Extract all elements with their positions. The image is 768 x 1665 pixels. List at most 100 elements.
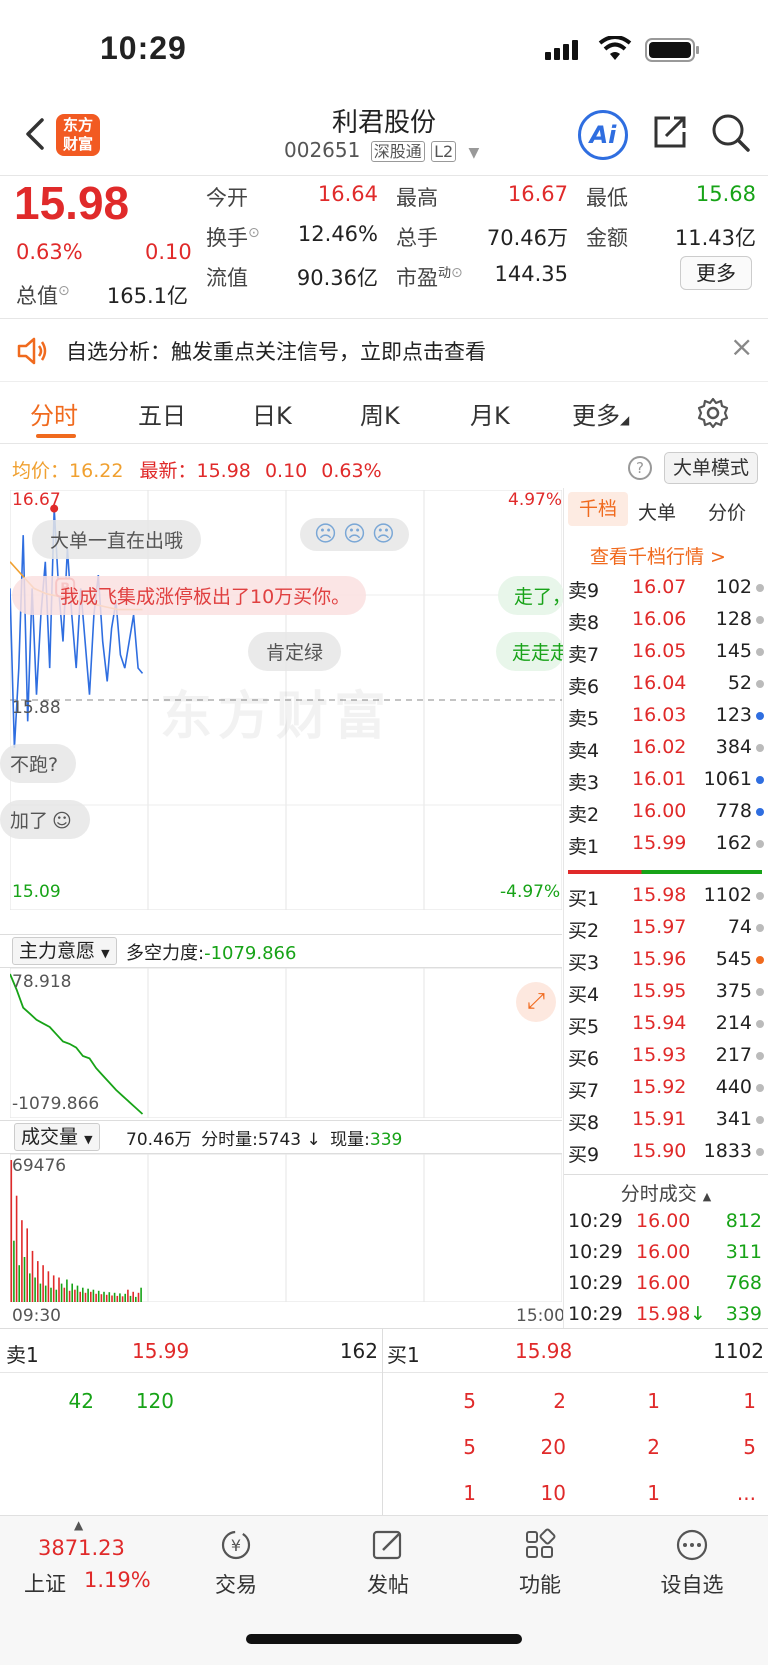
bid-level-2[interactable]: 买2 15.97 74 — [566, 916, 766, 948]
turnover-label: 换手⊙ — [206, 225, 260, 250]
help-icon[interactable]: ? — [628, 456, 652, 480]
ask-level-7[interactable]: 卖3 16.01 1061 — [566, 768, 766, 800]
comment-bubble[interactable]: 走走走 — [496, 632, 564, 671]
level-dot-icon — [756, 988, 764, 996]
bid-level-4[interactable]: 买4 15.95 375 — [566, 980, 766, 1012]
ask-level-5[interactable]: 卖5 16.03 123 — [566, 704, 766, 736]
level-label: 买5 — [568, 1016, 600, 1038]
bid-level-3[interactable]: 买3 15.96 545 — [566, 948, 766, 980]
bid-level-7[interactable]: 买7 15.92 440 — [566, 1076, 766, 1108]
expand-button[interactable]: ⤢ — [516, 982, 556, 1022]
level-price: 15.91 — [632, 1108, 687, 1130]
volume-bar — [42, 1265, 44, 1302]
ob-link[interactable]: 查看千档行情 > — [590, 542, 726, 569]
level-price: 16.04 — [632, 672, 687, 694]
close-icon[interactable]: × — [730, 330, 753, 363]
volume-bar — [63, 1287, 66, 1302]
tab-more-label: 更多 — [572, 402, 620, 430]
ask-level-1[interactable]: 卖9 16.07 102 — [566, 576, 766, 608]
bid-level-5[interactable]: 买5 15.94 214 — [566, 1012, 766, 1044]
share-button[interactable] — [650, 112, 690, 156]
index-pct: 1.19% — [84, 1568, 151, 1592]
volume-label: 总手 — [396, 226, 438, 250]
wifi-icon — [598, 35, 632, 66]
ask-level-9[interactable]: 卖1 15.99 162 — [566, 832, 766, 864]
emoji-bubble[interactable]: ☹ ☹ ☹ — [300, 518, 409, 551]
tab-more[interactable]: 更多◢ — [572, 396, 629, 431]
info-icon[interactable]: ⊙ — [451, 265, 463, 281]
level-label: 买1 — [568, 888, 600, 910]
ask-level-4[interactable]: 卖6 16.04 52 — [566, 672, 766, 704]
level-volume: 128 — [715, 608, 752, 630]
volume-bar — [18, 1265, 20, 1302]
ask-level-6[interactable]: 卖4 16.02 384 — [566, 736, 766, 768]
nav-functions[interactable]: 功能 — [490, 1528, 590, 1599]
volume-select[interactable]: 成交量 ▼ — [14, 1123, 100, 1151]
ask-level-2[interactable]: 卖8 16.06 128 — [566, 608, 766, 640]
stock-code-row[interactable]: 002651 深股通 L2 ▼ — [284, 138, 479, 166]
tab-day-k[interactable]: 日K — [252, 396, 292, 431]
float-value: 90.36亿 — [296, 266, 378, 290]
volume-bar — [58, 1277, 60, 1302]
ask-level-3[interactable]: 卖7 16.05 145 — [566, 640, 766, 672]
level-price: 16.01 — [632, 768, 687, 790]
tick-time: 10:29 — [568, 1272, 623, 1294]
nav-post[interactable]: 发帖 — [338, 1528, 438, 1599]
emoji-icon: ☺ — [52, 810, 72, 832]
volume-bar — [84, 1292, 87, 1302]
avg-price: 16.22 — [69, 460, 124, 482]
bid-level-6[interactable]: 买6 15.93 217 — [566, 1044, 766, 1076]
indicator-select[interactable]: 主力意愿 ▼ — [12, 937, 117, 965]
pe-label: 市盈动⊙ — [396, 265, 463, 290]
ind-top-label: 78.918 — [12, 972, 72, 992]
comment-bubble[interactable]: 加了 ☺ — [0, 800, 90, 839]
tab-five-day[interactable]: 五日 — [138, 396, 186, 431]
comment-bubble[interactable]: 我成飞集成涨停板出了10万买你。 — [12, 576, 367, 615]
queue-ask-header: 卖1 15.99 162 — [0, 1329, 382, 1373]
comment-bubble[interactable]: 不跑? — [0, 744, 77, 783]
ask-level-8[interactable]: 卖2 16.00 778 — [566, 800, 766, 832]
queue-bid-header: 买1 15.98 1102 — [383, 1329, 768, 1373]
ai-button[interactable]: Ai — [578, 110, 628, 160]
more-button[interactable]: 更多 — [680, 256, 752, 290]
pe-value: 144.35 — [494, 262, 568, 286]
y-bottom-label: 15.09 — [12, 882, 61, 902]
bid-level-8[interactable]: 买8 15.91 341 — [566, 1108, 766, 1140]
level-dot-icon — [756, 776, 764, 784]
ob-tab-big[interactable]: 大单 — [638, 498, 676, 525]
index-widget[interactable]: ▲ 3871.23 上证 1.19% — [20, 1516, 160, 1606]
ob-tab-price[interactable]: 分价 — [708, 498, 746, 525]
volume-bar — [95, 1293, 97, 1302]
info-icon[interactable]: ⊙ — [58, 283, 70, 299]
info-icon[interactable]: ⊙ — [248, 225, 260, 241]
ticks-header[interactable]: 分时成交 ▲ — [564, 1174, 768, 1205]
tab-intraday[interactable]: 分时 — [30, 396, 78, 431]
volume-bar — [132, 1291, 134, 1302]
settings-button[interactable] — [696, 396, 730, 434]
level-price: 15.96 — [632, 948, 687, 970]
tick-price: 16.00 — [636, 1241, 691, 1263]
bid-level-9[interactable]: 买9 15.90 1833 — [566, 1140, 766, 1172]
nav-add-watchlist[interactable]: 设自选 — [642, 1528, 742, 1599]
ob-tab-qiandang[interactable]: 千档 — [568, 492, 628, 526]
bid-level-1[interactable]: 买1 15.98 1102 — [566, 884, 766, 916]
tick-volume: 311 — [725, 1241, 762, 1263]
comment-bubble[interactable]: 大单一直在出哦 — [32, 520, 202, 559]
comment-bubble[interactable]: 肯定绿 — [248, 632, 342, 671]
x-start-label: 09:30 — [12, 1306, 61, 1326]
level-volume: 1102 — [703, 884, 752, 906]
level-price: 15.90 — [632, 1140, 687, 1162]
search-button[interactable] — [710, 112, 752, 158]
notice-bar[interactable]: 自选分析：触发重点关注信号，立即点击查看 × — [0, 320, 768, 382]
level-volume: 440 — [715, 1076, 752, 1098]
level-dot-icon — [756, 1084, 764, 1092]
tab-month-k[interactable]: 月K — [470, 396, 510, 431]
queue-cell: 10 — [540, 1481, 566, 1505]
big-order-mode-button[interactable]: 大单模式 — [664, 452, 758, 484]
nav-trade[interactable]: ¥ 交易 — [186, 1528, 286, 1599]
comment-bubble[interactable]: 走了， — [498, 576, 564, 615]
period-tabs: 分时 五日 日K 周K 月K 更多◢ — [0, 382, 768, 444]
level-volume: 1061 — [703, 768, 752, 790]
volume-chart[interactable] — [10, 1154, 562, 1302]
tab-week-k[interactable]: 周K — [360, 396, 400, 431]
